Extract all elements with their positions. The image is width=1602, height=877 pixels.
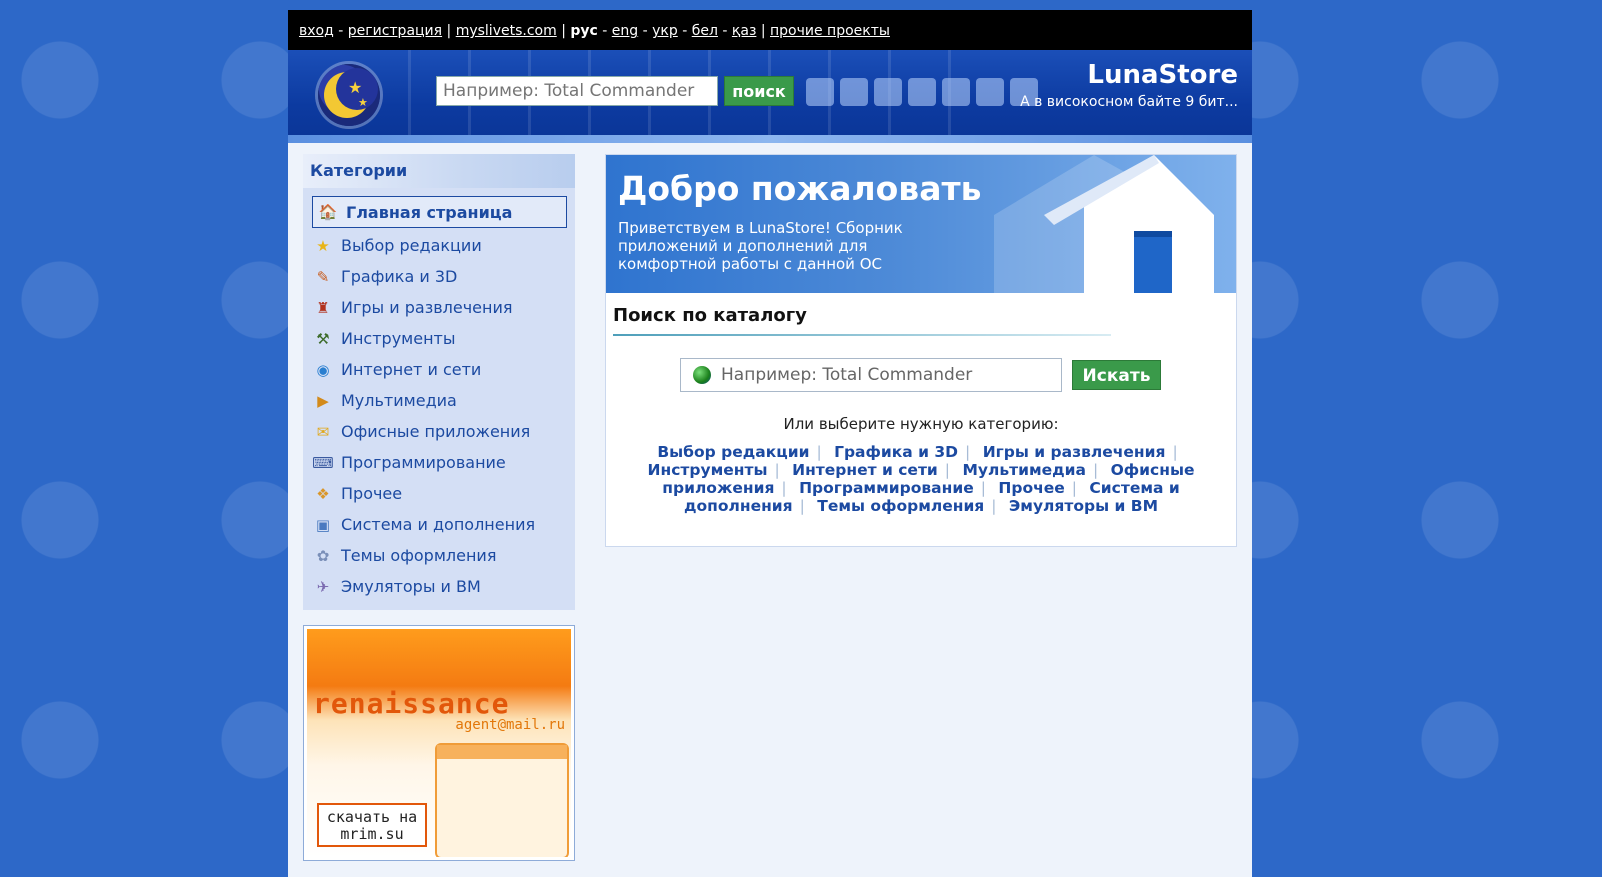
category-link[interactable]: Программирование — [799, 479, 974, 497]
catalog-search-title: Поиск по каталогу — [613, 305, 807, 326]
choose-category-text: Или выберите нужную категорию: — [783, 415, 1059, 433]
category-link[interactable]: Графика и 3D — [834, 443, 958, 461]
media-icon: ▶ — [317, 391, 329, 410]
system-icon: ▣ — [315, 515, 331, 534]
category-link[interactable]: Игры и развлечения — [983, 443, 1166, 461]
sidebar-item-home[interactable]: 🏠 Главная страница — [312, 196, 567, 228]
sidebar-item-label: Прочее — [341, 484, 403, 503]
header-banner: ★ ★ поиск LunaStore А в високосном байте… — [288, 50, 1252, 143]
lang-en-link[interactable]: eng — [612, 23, 638, 39]
sidebar-item-label: Офисные приложения — [341, 422, 531, 441]
category-link[interactable]: Инструменты — [648, 461, 768, 479]
sidebar-item-themes[interactable]: ✿ Темы оформления — [312, 540, 567, 571]
ad-banner[interactable]: renaissance agent@mail.ru скачать на mri… — [303, 625, 575, 861]
lang-kz-link[interactable]: қаз — [732, 23, 756, 39]
tools-icon: ⚒ — [316, 329, 330, 348]
sidebar-item-label: Мультимедиа — [341, 391, 457, 410]
header-search-input[interactable] — [436, 76, 718, 106]
brand-name[interactable]: LunaStore — [1087, 60, 1238, 90]
brush-icon: ✎ — [316, 267, 330, 286]
bag-icon — [806, 78, 834, 106]
sidebar-item-label: Программирование — [341, 453, 506, 472]
home-icon: 🏠 — [318, 203, 338, 221]
welcome-banner: Добро пожаловать Приветствуем в LunaStor… — [606, 155, 1236, 293]
sidebar-item-emulators[interactable]: ✈ Эмуляторы и ВМ — [312, 571, 567, 602]
register-link[interactable]: регистрация — [348, 23, 442, 39]
category-link[interactable]: Выбор редакции — [657, 443, 809, 461]
emulator-icon: ✈ — [316, 577, 330, 596]
categories-panel: Категории 🏠 Главная страница ★ Выбор ред… — [303, 154, 575, 610]
category-links: Выбор редакции | Графика и 3D | Игры и раз… — [647, 443, 1195, 515]
globe-icon — [693, 366, 711, 384]
sidebar-item-tools[interactable]: ⚒ Инструменты — [312, 323, 567, 354]
sidebar-item-editors-choice[interactable]: ★ Выбор редакции — [312, 230, 567, 261]
welcome-text: Приветствуем в LunaStore! Сборник прилож… — [618, 219, 903, 273]
sidebar-item-label: Эмуляторы и ВМ — [341, 577, 481, 596]
bag-icon — [840, 78, 868, 106]
ad-window-image — [435, 743, 569, 857]
games-icon: ♜ — [316, 298, 330, 317]
sidebar-item-label: Игры и развлечения — [341, 298, 513, 317]
login-link[interactable]: вход — [299, 23, 334, 39]
sidebar-item-programming[interactable]: ⌨ Программирование — [312, 447, 567, 478]
other-projects-link[interactable]: прочие проекты — [770, 23, 890, 39]
office-icon: ✉ — [316, 422, 330, 441]
internet-icon: ◉ — [316, 360, 330, 379]
sidebar-item-games[interactable]: ♜ Игры и развлечения — [312, 292, 567, 323]
top-bar: вход - регистрация | myslivets.com | рус… — [288, 10, 1252, 50]
misc-icon: ❖ — [316, 484, 330, 503]
ad-title: renaissance — [313, 687, 510, 720]
bag-icon — [908, 78, 936, 106]
slogan: А в високосном байте 9 бит... — [1020, 94, 1238, 110]
category-link[interactable]: Мультимедиа — [962, 461, 1086, 479]
ad-subtitle: agent@mail.ru — [455, 717, 565, 733]
sidebar-item-label: Инструменты — [341, 329, 456, 348]
category-link[interactable]: Интернет и сети — [792, 461, 938, 479]
bag-icon — [976, 78, 1004, 106]
site-link[interactable]: myslivets.com — [456, 23, 557, 39]
sidebar-item-label: Система и дополнения — [341, 515, 536, 534]
catalog-search-row: Например: Total Commander Искать — [680, 358, 1161, 392]
lang-uk-link[interactable]: укр — [652, 23, 678, 39]
title-divider — [613, 334, 1111, 336]
sidebar: Категории 🏠 Главная страница ★ Выбор ред… — [303, 154, 575, 861]
main-content: Добро пожаловать Приветствуем в LunaStor… — [605, 154, 1237, 547]
ad-download-button[interactable]: скачать на mrim.su — [317, 803, 427, 847]
welcome-title: Добро пожаловать — [618, 169, 982, 208]
category-link[interactable]: Эмуляторы и ВМ — [1009, 497, 1158, 515]
sidebar-item-label: Интернет и сети — [341, 360, 482, 379]
code-icon: ⌨ — [312, 453, 334, 472]
bag-icon — [874, 78, 902, 106]
category-link[interactable]: Прочее — [998, 479, 1064, 497]
house-icon — [994, 155, 1214, 293]
sidebar-item-system[interactable]: ▣ Система и дополнения — [312, 509, 567, 540]
lang-current: рус — [570, 23, 598, 39]
sidebar-item-misc[interactable]: ❖ Прочее — [312, 478, 567, 509]
categories-title: Категории — [303, 154, 575, 188]
catalog-search-field[interactable]: Например: Total Commander — [680, 358, 1062, 392]
sidebar-item-multimedia[interactable]: ▶ Мультимедиа — [312, 385, 567, 416]
page-container: вход - регистрация | myslivets.com | рус… — [288, 10, 1252, 877]
sidebar-item-label: Выбор редакции — [341, 236, 482, 255]
themes-icon: ✿ — [316, 546, 330, 565]
sidebar-item-graphics[interactable]: ✎ Графика и 3D — [312, 261, 567, 292]
category-link[interactable]: Темы оформления — [817, 497, 984, 515]
bag-icon — [942, 78, 970, 106]
sidebar-item-internet[interactable]: ◉ Интернет и сети — [312, 354, 567, 385]
header-search-button[interactable]: поиск — [724, 76, 794, 106]
catalog-search-button[interactable]: Искать — [1072, 360, 1161, 390]
sidebar-item-office[interactable]: ✉ Офисные приложения — [312, 416, 567, 447]
moon-logo-icon[interactable]: ★ ★ — [318, 64, 380, 126]
star-icon: ★ — [316, 236, 330, 255]
sidebar-item-label: Главная страница — [346, 202, 513, 222]
lang-be-link[interactable]: бел — [692, 23, 718, 39]
sidebar-item-label: Графика и 3D — [341, 267, 458, 286]
categories-list: 🏠 Главная страница ★ Выбор редакции ✎ Гр… — [303, 188, 575, 602]
bag-icons — [806, 78, 1038, 106]
catalog-search-placeholder: Например: Total Commander — [721, 365, 973, 385]
sidebar-item-label: Темы оформления — [341, 546, 497, 565]
